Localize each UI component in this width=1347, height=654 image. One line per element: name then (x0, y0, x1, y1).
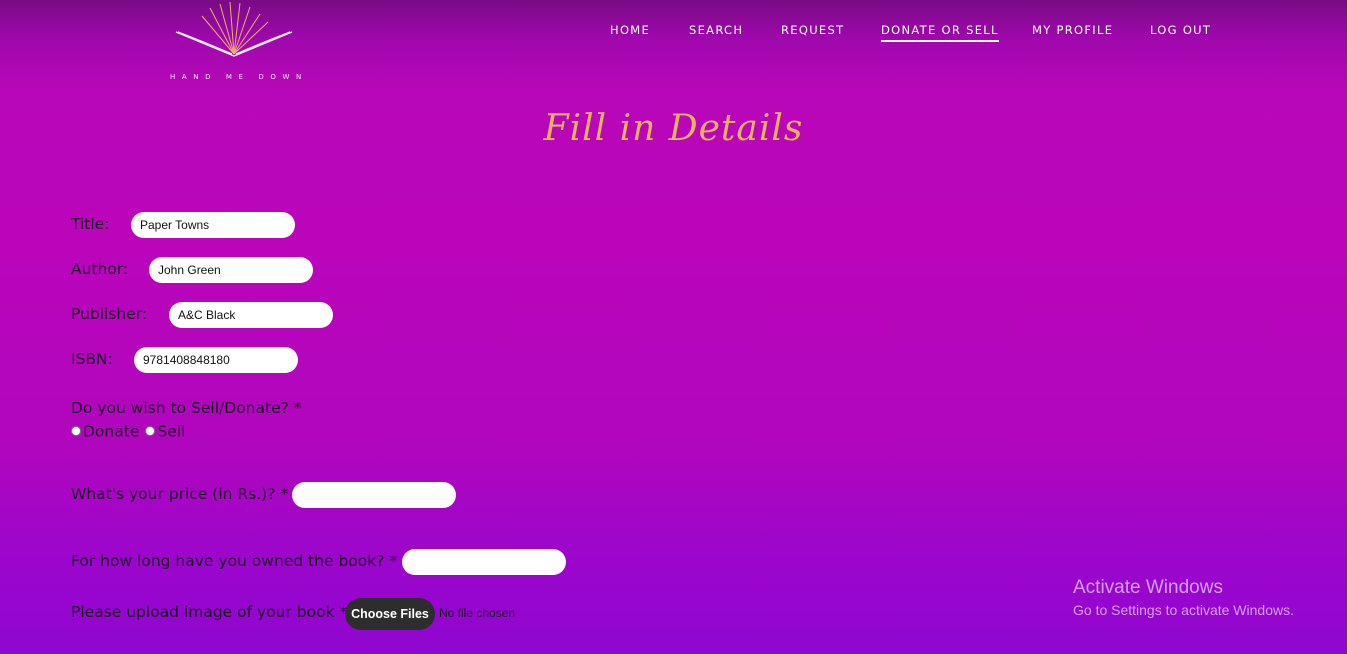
nav-item-request[interactable]: REQUEST (781, 23, 844, 40)
publisher-label: Publisher: (71, 305, 148, 323)
choose-files-button[interactable]: Choose Files (345, 598, 435, 630)
publisher-input[interactable] (169, 302, 333, 328)
sell-radio[interactable] (145, 425, 156, 436)
author-label: Author: (71, 260, 129, 278)
nav-item-search[interactable]: SEARCH (689, 23, 743, 40)
sell-donate-options: Donate Sell (70, 421, 185, 441)
price-input[interactable] (292, 482, 456, 508)
title-input[interactable] (131, 212, 295, 238)
owned-duration-input[interactable] (402, 549, 566, 575)
file-status-text: No file chosen (439, 606, 516, 620)
title-label: Title: (71, 215, 110, 233)
isbn-input[interactable] (134, 347, 298, 373)
author-input[interactable] (149, 257, 313, 283)
sell-radio-label[interactable]: Sell (157, 423, 185, 441)
brand-logo[interactable]: HAND ME DOWN (168, 2, 308, 86)
page-title: Fill in Details (543, 108, 804, 149)
isbn-label: ISBN: (71, 350, 113, 368)
sell-donate-question: Do you wish to Sell/Donate? * (71, 399, 302, 417)
nav-item-log-out[interactable]: LOG OUT (1150, 23, 1211, 40)
activate-windows-title: Activate Windows (1073, 577, 1223, 598)
nav-item-home[interactable]: HOME (610, 23, 650, 40)
logo-text: HAND ME DOWN (170, 73, 308, 81)
nav-item-my-profile[interactable]: MY PROFILE (1032, 23, 1113, 40)
price-label: What's your price (in Rs.)? * (71, 485, 289, 503)
upload-image-label: Please upload image of your book * (71, 603, 348, 621)
main-navigation: HOME SEARCH REQUEST DONATE OR SELL MY PR… (0, 23, 1347, 43)
nav-item-donate-or-sell[interactable]: DONATE OR SELL (881, 23, 999, 42)
owned-duration-label: For how long have you owned the book? * (71, 552, 398, 570)
activate-windows-subtitle: Go to Settings to activate Windows. (1073, 602, 1294, 618)
donate-radio[interactable] (71, 425, 81, 436)
donate-radio-label[interactable]: Donate (83, 423, 139, 441)
